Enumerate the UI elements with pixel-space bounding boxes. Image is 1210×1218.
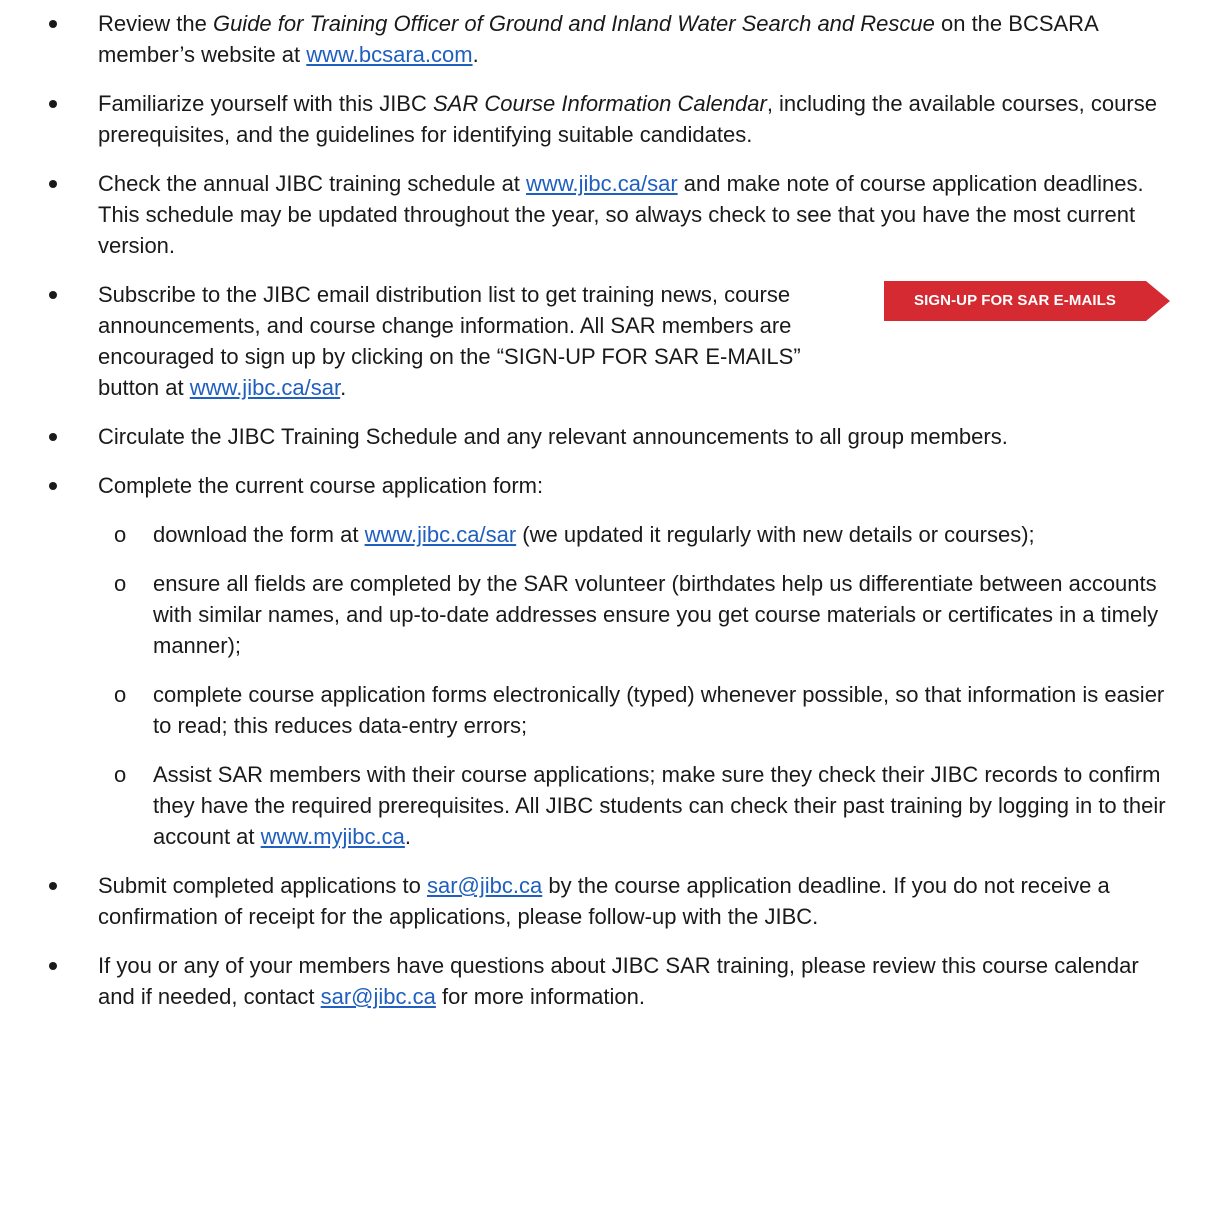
- bcsara-link[interactable]: www.bcsara.com: [306, 42, 472, 67]
- list-item: SIGN-UP FOR SAR E-MAILS Subscribe to the…: [40, 279, 1170, 403]
- sub-bullet-icon: o: [114, 682, 127, 707]
- item-text: .: [340, 375, 347, 400]
- bullet-icon: [49, 962, 57, 970]
- jibc-sar-link[interactable]: www.jibc.ca/sar: [190, 375, 340, 400]
- bullet-icon: [49, 100, 57, 108]
- list-item: Complete the current course application …: [40, 470, 1170, 852]
- sub-bullet-icon: o: [114, 762, 127, 787]
- item-text: Complete the current course application …: [98, 473, 544, 498]
- bullet-icon: [49, 882, 57, 890]
- item-text: .: [472, 42, 479, 67]
- bullet-icon: [49, 20, 57, 28]
- item-text: Review the: [98, 11, 213, 36]
- list-item: Circulate the JIBC Training Schedule and…: [40, 421, 1170, 452]
- sub-bullet-icon: o: [114, 571, 127, 596]
- bullet-icon: [49, 433, 57, 441]
- sub-item-text: (we updated it regularly with new detail…: [516, 522, 1035, 547]
- bullet-icon: [49, 291, 57, 299]
- sub-bullet-icon: o: [114, 522, 127, 547]
- myjibc-link[interactable]: www.myjibc.ca: [261, 824, 405, 849]
- sub-item-text: download the form at: [153, 522, 365, 547]
- guide-title: Guide for Training Officer of Ground and…: [212, 11, 935, 36]
- item-text: Check the annual JIBC training schedule …: [98, 171, 527, 196]
- calendar-title: SAR Course Information Calendar: [432, 91, 767, 116]
- sub-item-text: complete course application forms electr…: [153, 682, 1165, 738]
- bullet-icon: [49, 180, 57, 188]
- list-item: Review the Guide for Training Officer of…: [40, 8, 1170, 70]
- item-text: Submit completed applications to: [98, 873, 427, 898]
- item-text: Circulate the JIBC Training Schedule and…: [98, 424, 1008, 449]
- sar-email-link[interactable]: sar@jibc.ca: [427, 873, 542, 898]
- sub-item-text: .: [404, 824, 412, 849]
- list-item: Check the annual JIBC training schedule …: [40, 168, 1170, 261]
- list-item: Familiarize yourself with this JIBC SAR …: [40, 88, 1170, 150]
- sub-list-item: o ensure all fields are completed by the…: [40, 568, 1170, 661]
- sub-list-item: o download the form at www.jibc.ca/sar (…: [40, 519, 1170, 550]
- item-text: Familiarize yourself with this JIBC: [98, 91, 433, 116]
- jibc-sar-link[interactable]: www.jibc.ca/sar: [365, 522, 517, 547]
- bullet-icon: [49, 482, 57, 490]
- sub-list-item: o complete course application forms elec…: [40, 679, 1170, 741]
- signup-sar-emails-button[interactable]: SIGN-UP FOR SAR E-MAILS: [884, 281, 1170, 321]
- sub-list-item: o Assist SAR members with their course a…: [40, 759, 1170, 852]
- item-text: Subscribe to the JIBC email distribution…: [98, 282, 801, 400]
- sar-email-link[interactable]: sar@jibc.ca: [321, 984, 436, 1009]
- document-page: Review the Guide for Training Officer of…: [0, 0, 1210, 1218]
- sub-item-text: ensure all fields are completed by the S…: [153, 571, 1159, 658]
- item-text: for more information.: [435, 984, 645, 1009]
- sub-list: o download the form at www.jibc.ca/sar (…: [40, 519, 1170, 852]
- list-item: Submit completed applications to sar@jib…: [40, 870, 1170, 932]
- jibc-sar-link[interactable]: www.jibc.ca/sar: [526, 171, 678, 196]
- list-item: If you or any of your members have quest…: [40, 950, 1170, 1012]
- signup-button-wrap: SIGN-UP FOR SAR E-MAILS: [884, 281, 1170, 343]
